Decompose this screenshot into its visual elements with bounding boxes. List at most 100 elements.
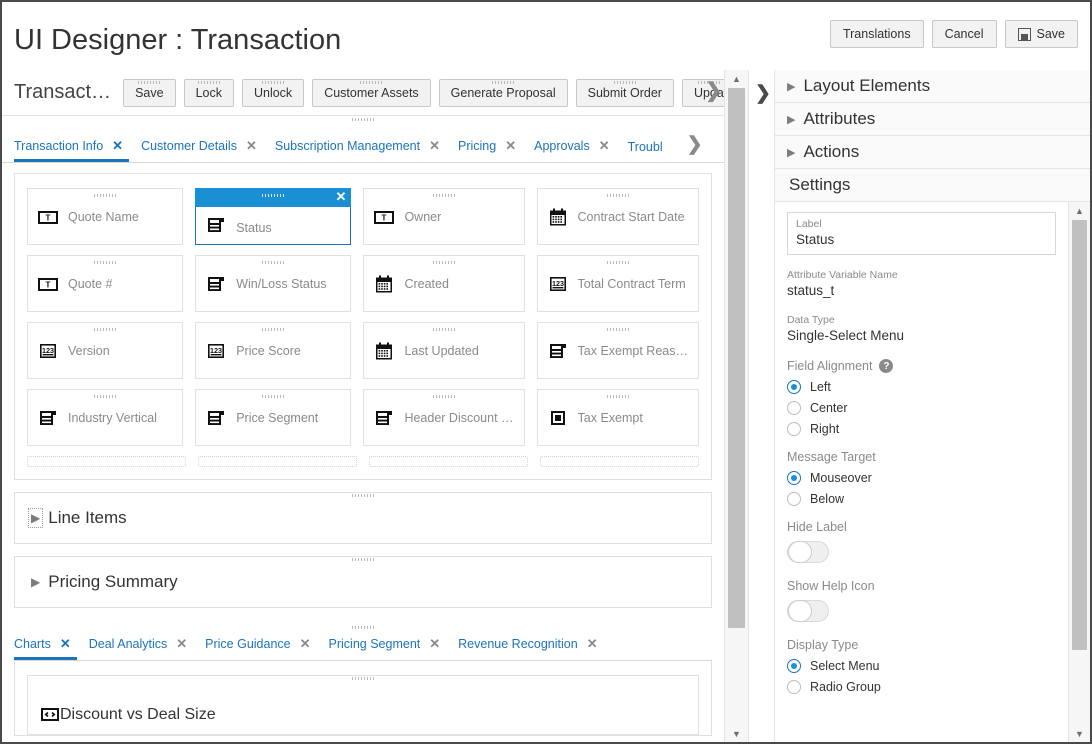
panel-splitter[interactable]: ❯ xyxy=(748,70,774,742)
field-tile-last-updated[interactable]: Last Updated xyxy=(363,322,525,379)
field-tile-quote-number[interactable]: T Quote # xyxy=(27,255,184,312)
field-tile-owner[interactable]: T Owner xyxy=(363,188,525,245)
field-tile-header-discount[interactable]: Header Discount … xyxy=(363,389,525,446)
chevron-right-icon[interactable]: ❯ xyxy=(705,81,722,101)
close-icon[interactable]: ✕ xyxy=(300,636,311,652)
bottom-tab-pricing-segment[interactable]: Pricing Segment ✕ xyxy=(329,636,453,660)
translations-button[interactable]: Translations xyxy=(829,20,924,48)
close-icon[interactable]: ✕ xyxy=(60,636,71,652)
action-button-unlock[interactable]: Unlock xyxy=(241,78,305,107)
drag-handle-icon[interactable] xyxy=(94,328,117,331)
close-icon[interactable]: ✕ xyxy=(246,138,257,154)
accordion-layout-elements[interactable]: ▶ Layout Elements xyxy=(775,70,1090,103)
scroll-up-icon[interactable]: ▲ xyxy=(1069,202,1090,219)
field-tile-created[interactable]: Created xyxy=(363,255,525,312)
drag-handle-icon[interactable] xyxy=(262,80,285,84)
accordion-attributes[interactable]: ▶ Attributes xyxy=(775,103,1090,136)
drag-handle-icon[interactable] xyxy=(432,194,455,197)
caret-right-icon[interactable]: ▶ xyxy=(787,146,795,159)
caret-right-icon[interactable]: ▶ xyxy=(27,508,44,528)
drag-handle-icon[interactable] xyxy=(613,80,636,84)
close-icon[interactable]: ✕ xyxy=(505,138,516,154)
radio-field-alignment-left[interactable]: Left xyxy=(787,380,1056,394)
accordion-actions[interactable]: ▶ Actions xyxy=(775,136,1090,169)
drag-handle-icon[interactable] xyxy=(360,80,383,84)
close-icon[interactable]: ✕ xyxy=(176,636,187,652)
drag-handle-icon[interactable] xyxy=(352,118,374,121)
drag-handle-icon[interactable] xyxy=(606,328,629,331)
chevron-right-icon[interactable]: ❯ xyxy=(755,82,771,105)
field-tile-total-contract-term[interactable]: 123 Total Contract Term xyxy=(536,255,699,312)
radio-indicator[interactable] xyxy=(787,680,801,694)
label-field[interactable]: Label Status xyxy=(787,212,1056,255)
scroll-up-icon[interactable]: ▲ xyxy=(725,70,748,87)
drag-handle-icon[interactable] xyxy=(262,194,285,197)
bottom-tab-price-guidance[interactable]: Price Guidance ✕ xyxy=(205,636,322,660)
field-tile-version[interactable]: 123 Version xyxy=(27,322,184,379)
action-button-lock[interactable]: Lock xyxy=(183,78,234,107)
drag-handle-icon[interactable] xyxy=(606,395,629,398)
tab-subscription-management[interactable]: Subscription Management ✕ xyxy=(275,138,452,162)
drag-handle-icon[interactable] xyxy=(94,261,117,264)
action-button-customer-assets[interactable]: Customer Assets xyxy=(312,78,431,107)
field-tile-tax-exempt-reason[interactable]: Tax Exempt Reas… xyxy=(536,322,699,379)
show-help-icon-toggle[interactable] xyxy=(787,600,829,622)
radio-indicator[interactable] xyxy=(787,380,801,394)
tab-approvals[interactable]: Approvals ✕ xyxy=(534,138,622,162)
drag-handle-icon[interactable] xyxy=(94,395,117,398)
canvas-vertical-scrollbar[interactable]: ▲ ▼ xyxy=(724,70,748,742)
field-tile-contract-start-date[interactable]: Contract Start Date xyxy=(536,188,699,245)
bottom-tab-charts[interactable]: Charts ✕ xyxy=(14,636,83,660)
drag-handle-icon[interactable] xyxy=(352,626,374,629)
drag-handle-icon[interactable] xyxy=(432,395,455,398)
hide-label-toggle[interactable] xyxy=(787,541,829,563)
drag-handle-icon[interactable] xyxy=(352,677,374,680)
action-button-submit-order[interactable]: Submit Order xyxy=(575,78,674,107)
close-icon[interactable]: ✕ xyxy=(587,636,598,652)
radio-field-alignment-center[interactable]: Center xyxy=(787,401,1056,415)
drop-placeholder[interactable] xyxy=(27,456,186,467)
drag-handle-icon[interactable] xyxy=(432,261,455,264)
scrollbar-thumb[interactable] xyxy=(1072,220,1087,650)
radio-message-target-below[interactable]: Below xyxy=(787,492,1056,506)
bottom-tab-deal-analytics[interactable]: Deal Analytics ✕ xyxy=(89,636,199,660)
drag-handle-icon[interactable] xyxy=(432,328,455,331)
field-tile-win-loss-status[interactable]: Win/Loss Status xyxy=(195,255,352,312)
close-icon[interactable]: ✕ xyxy=(112,138,123,154)
properties-vertical-scrollbar[interactable]: ▲ ▼ xyxy=(1068,202,1090,742)
radio-display-type-radio-group[interactable]: Radio Group xyxy=(787,680,1056,694)
drag-handle-icon[interactable] xyxy=(262,328,285,331)
tab-transaction-info[interactable]: Transaction Info ✕ xyxy=(14,138,135,162)
drag-handle-icon[interactable] xyxy=(262,261,285,264)
drag-handle-icon[interactable] xyxy=(138,80,161,84)
help-icon[interactable]: ? xyxy=(879,359,894,373)
close-icon[interactable]: ✕ xyxy=(429,138,440,154)
drop-placeholder[interactable] xyxy=(540,456,699,467)
field-tile-status[interactable]: ✕ Status xyxy=(195,188,352,245)
cancel-button[interactable]: Cancel xyxy=(931,20,997,48)
radio-message-target-mouseover[interactable]: Mouseover xyxy=(787,471,1056,485)
drag-handle-icon[interactable] xyxy=(262,395,285,398)
drag-handle-icon[interactable] xyxy=(606,261,629,264)
scroll-down-icon[interactable]: ▼ xyxy=(1069,725,1090,742)
field-tile-price-segment[interactable]: Price Segment xyxy=(195,389,352,446)
radio-indicator[interactable] xyxy=(787,401,801,415)
caret-right-icon[interactable]: ▶ xyxy=(787,113,795,126)
field-tile-industry-vertical[interactable]: Industry Vertical xyxy=(27,389,184,446)
section-pricing-summary[interactable]: ▶ Pricing Summary xyxy=(14,556,712,608)
chart-tile-discount-vs-deal-size[interactable]: Discount vs Deal Size xyxy=(27,675,699,735)
chevron-right-icon[interactable]: ❯ xyxy=(681,133,709,162)
drag-handle-icon[interactable] xyxy=(197,80,220,84)
drag-handle-icon[interactable] xyxy=(606,194,629,197)
caret-right-icon[interactable]: ▶ xyxy=(787,80,795,93)
close-icon[interactable]: ✕ xyxy=(429,636,440,652)
radio-indicator[interactable] xyxy=(787,659,801,673)
drag-handle-icon[interactable] xyxy=(94,194,117,197)
tab-troubleshooting[interactable]: Troubl xyxy=(628,140,675,162)
tab-customer-details[interactable]: Customer Details ✕ xyxy=(141,138,269,162)
section-line-items[interactable]: ▶ Line Items xyxy=(14,492,712,544)
action-button-generate-proposal[interactable]: Generate Proposal xyxy=(438,78,568,107)
scrollbar-thumb[interactable] xyxy=(728,88,745,628)
bottom-tab-revenue-recognition[interactable]: Revenue Recognition ✕ xyxy=(458,636,609,660)
field-tile-quote-name[interactable]: T Quote Name xyxy=(27,188,184,245)
